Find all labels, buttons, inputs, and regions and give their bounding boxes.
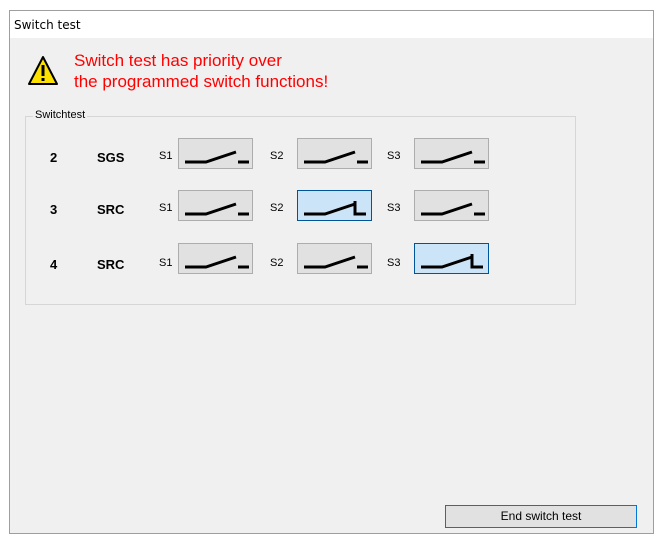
warning-triangle-icon <box>28 56 58 85</box>
switch-button-row4-s2[interactable] <box>297 243 372 274</box>
switch-label: S3 <box>387 150 401 162</box>
row-type: SGS <box>97 150 125 165</box>
switch-open-icon <box>304 150 368 164</box>
switch-open-icon <box>185 150 249 164</box>
switch-label: S2 <box>270 202 284 214</box>
row-type: SRC <box>97 202 125 217</box>
switch-open-icon <box>421 150 485 164</box>
switch-button-row3-s1[interactable] <box>178 190 253 221</box>
switch-label: S3 <box>387 202 401 214</box>
row-number: 3 <box>50 202 58 217</box>
switch-button-row3-s3[interactable] <box>414 190 489 221</box>
switch-open-icon <box>421 202 485 216</box>
row-number: 2 <box>50 150 58 165</box>
switch-label: S1 <box>159 202 173 214</box>
switch-button-row4-s3[interactable] <box>414 243 489 274</box>
switch-open-icon <box>304 255 368 269</box>
switchtest-group-label: Switchtest <box>33 109 88 121</box>
warning-line-2: the programmed switch functions! <box>74 72 329 91</box>
end-switch-test-button[interactable]: End switch test <box>445 505 637 528</box>
warning-line-1: Switch test has priority over <box>74 51 282 70</box>
warning-message: Switch test has priority over the progra… <box>74 50 328 92</box>
row-number: 4 <box>50 257 58 272</box>
row-type: SRC <box>97 257 125 272</box>
switch-label: S2 <box>270 257 284 269</box>
switch-button-row3-s2[interactable] <box>297 190 372 221</box>
switch-closed-icon <box>421 254 483 269</box>
switch-button-row4-s1[interactable] <box>178 243 253 274</box>
switch-label: S3 <box>387 257 401 269</box>
switch-closed-icon <box>304 201 366 216</box>
switch-label: S2 <box>270 150 284 162</box>
switch-button-row2-s2[interactable] <box>297 138 372 169</box>
switch-open-icon <box>185 255 249 269</box>
switch-label: S1 <box>159 257 173 269</box>
switch-open-icon <box>185 202 249 216</box>
switch-button-row2-s1[interactable] <box>178 138 253 169</box>
switch-label: S1 <box>159 150 173 162</box>
switch-button-row2-s3[interactable] <box>414 138 489 169</box>
